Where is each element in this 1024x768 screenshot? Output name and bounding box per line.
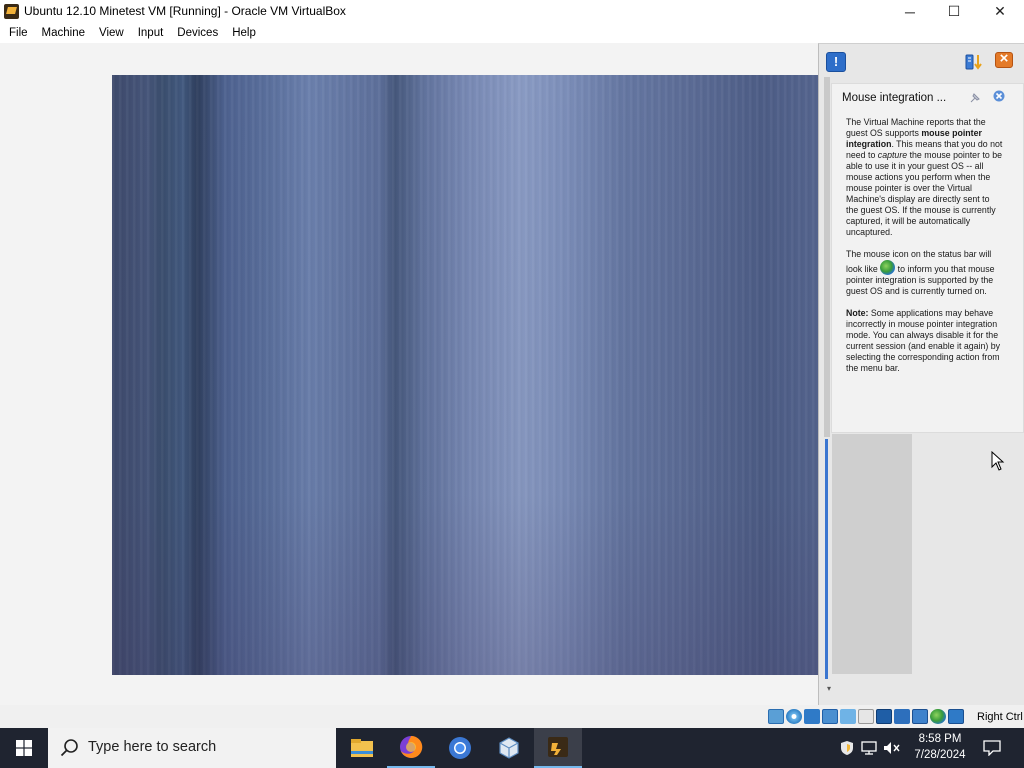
notification-list-empty-area: [832, 434, 912, 674]
security-icon[interactable]: [838, 728, 856, 768]
taskbar-clock[interactable]: 8:58 PM 7/28/2024: [905, 731, 975, 763]
mouse-integration-icon[interactable]: [930, 709, 946, 724]
volume-muted-icon[interactable]: [882, 728, 902, 768]
menu-view[interactable]: View: [92, 23, 131, 43]
notification-title: Mouse integration ...: [842, 92, 947, 104]
keyboard-icon[interactable]: [948, 709, 964, 724]
notifications-icon[interactable]: [980, 728, 1004, 768]
menu-input[interactable]: Input: [131, 23, 171, 43]
network-icon[interactable]: [822, 709, 838, 724]
sort-icon[interactable]: [964, 52, 984, 72]
guest-screen[interactable]: [112, 75, 818, 675]
clock-time: 8:58 PM: [918, 733, 962, 745]
taskbar-search-box[interactable]: Type here to search: [48, 728, 336, 768]
menu-bar: File Machine View Input Devices Help: [0, 23, 1024, 43]
chromium-icon[interactable]: [436, 728, 484, 768]
title-bar: Ubuntu 12.10 Minetest VM [Running] - Ora…: [0, 0, 1024, 23]
search-placeholder: Type here to search: [88, 739, 217, 755]
host-key-label[interactable]: Right Ctrl: [977, 711, 1023, 723]
notification-center: ▾ Mouse integration ... The Virtual Mach…: [818, 43, 1024, 705]
info-icon[interactable]: [826, 52, 846, 72]
virtualbox-app-icon: [4, 4, 19, 19]
windows-start-icon[interactable]: [0, 728, 48, 768]
maximize-button[interactable]: ☐: [931, 0, 977, 23]
optical-drive-icon[interactable]: [786, 709, 802, 724]
virtualbox-vm-icon[interactable]: [534, 728, 582, 768]
minimize-button[interactable]: ─: [887, 0, 933, 23]
scroll-down-icon[interactable]: ▾: [827, 684, 831, 693]
search-icon: [60, 738, 80, 761]
window-title: Ubuntu 12.10 Minetest VM [Running] - Ora…: [24, 4, 346, 18]
notification-paragraph-1: The Virtual Machine reports that the gue…: [846, 117, 1003, 237]
panel-scrollbar[interactable]: [825, 439, 828, 679]
file-explorer-icon[interactable]: [338, 728, 386, 768]
usb-icon[interactable]: [840, 709, 856, 724]
menu-machine[interactable]: Machine: [35, 23, 92, 43]
pin-icon[interactable]: [969, 92, 981, 107]
notification-paragraph-3: Note: Some applications may behave incor…: [846, 308, 1001, 373]
menu-file[interactable]: File: [2, 23, 35, 43]
taskbar: Type here to search 8:58 PM 7/28/2024: [0, 728, 1024, 768]
panel-edge: [824, 77, 830, 437]
network-tray-icon[interactable]: [860, 728, 880, 768]
virtualbox-icon[interactable]: [485, 728, 533, 768]
close-icon[interactable]: [992, 90, 1006, 104]
notification-toolbar: [819, 44, 1024, 77]
vm-status-bar: Right Ctrl: [0, 705, 1024, 728]
hard-disk-icon[interactable]: [768, 709, 784, 724]
close-button[interactable]: ✕: [977, 0, 1023, 23]
clock-date: 7/28/2024: [914, 749, 966, 761]
notification-body: The Virtual Machine reports that the gue…: [846, 117, 1004, 385]
mouse-integration-notification: Mouse integration ... The Virtual Machin…: [831, 83, 1024, 433]
mouse-integration-icon: [880, 260, 896, 275]
audio-icon[interactable]: [804, 709, 820, 724]
notification-paragraph-2: The mouse icon on the status bar will lo…: [846, 249, 995, 296]
firefox-icon[interactable]: [387, 728, 435, 768]
shared-folders-icon[interactable]: [858, 709, 874, 724]
mouse-cursor-icon: [991, 450, 1005, 471]
video-capture-icon[interactable]: [894, 709, 910, 724]
menu-devices[interactable]: Devices: [170, 23, 225, 43]
menu-help[interactable]: Help: [225, 23, 263, 43]
display-icon[interactable]: [876, 709, 892, 724]
close-all-icon[interactable]: [995, 50, 1015, 72]
cpu-icon[interactable]: [912, 709, 928, 724]
